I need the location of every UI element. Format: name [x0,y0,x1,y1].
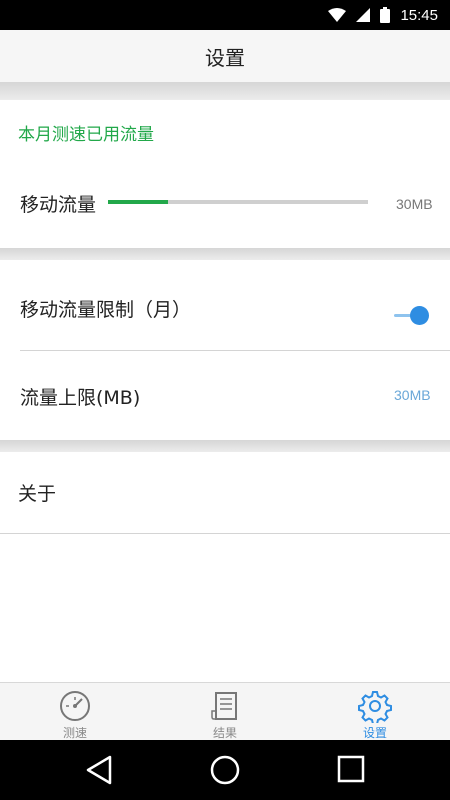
data-limit-toggle-row[interactable]: 移动流量限制（月） [0,260,450,350]
nav-tab-settings-label: 设置 [362,726,387,740]
nav-tab-speedtest[interactable]: 测速 [0,683,150,741]
recents-icon[interactable] [337,754,365,784]
about-row[interactable]: 关于 [0,452,450,534]
data-limit-toggle-switch[interactable] [392,304,432,326]
back-icon[interactable] [84,754,114,786]
usage-section: 本月测速已用流量 移动流量 30MB [0,100,450,248]
nav-tab-speedtest-label: 测速 [62,726,87,740]
data-limit-toggle-label: 移动流量限制（月） [20,299,192,321]
usage-section-title: 本月测速已用流量 [18,125,154,145]
section-divider [0,82,450,100]
status-time: 15:45 [400,6,438,24]
toggle-knob [410,306,429,325]
bottom-navigation: 测速 结果 设置 [0,682,450,741]
data-limit-row[interactable]: 流量上限(MB) 30MB [0,351,450,440]
data-limit-value: 30MB [394,387,431,403]
wifi-icon [328,8,347,22]
battery-icon [380,7,391,23]
nav-tab-results[interactable]: 结果 [150,683,300,741]
data-usage-value: 30MB [396,196,433,212]
data-limit-label: 流量上限(MB) [20,387,141,409]
section-divider [0,440,450,452]
gear-icon [358,691,392,723]
signal-icon [356,8,371,22]
system-navigation-bar [0,740,450,800]
data-usage-progress-bar [108,200,368,204]
nav-tab-results-label: 结果 [212,726,237,740]
status-bar: 15:45 [0,0,450,30]
about-label: 关于 [18,483,57,505]
row-divider [0,533,450,534]
section-divider [0,248,450,260]
home-icon[interactable] [209,754,241,786]
data-usage-progress-fill [108,200,168,204]
limit-section: 移动流量限制（月） 流量上限(MB) 30MB [0,260,450,440]
app-header: 设置 [0,30,450,82]
nav-tab-settings[interactable]: 设置 [300,683,450,741]
page-title: 设置 [205,45,245,70]
document-list-icon [211,692,237,720]
mobile-data-label: 移动流量 [20,194,97,216]
speedometer-icon [60,691,90,721]
